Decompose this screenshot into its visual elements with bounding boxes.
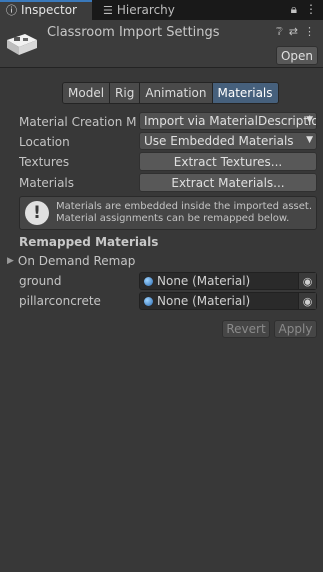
material-object-field[interactable]: None (Material) ◉ xyxy=(139,292,317,310)
info-icon: ! xyxy=(25,201,49,225)
location-value: Use Embedded Materials xyxy=(144,134,294,148)
materials-label: Materials xyxy=(19,176,75,190)
tab-animation[interactable]: Animation xyxy=(140,83,213,103)
textures-label: Textures xyxy=(19,155,70,169)
location-dropdown[interactable]: Use Embedded Materials ▼ xyxy=(139,132,317,150)
tab-inspector-label: Inspector xyxy=(21,3,77,17)
object-picker-icon[interactable]: ◉ xyxy=(298,293,316,309)
list-icon: ☰ xyxy=(103,3,113,17)
importer-tabs: Model Rig Animation Materials xyxy=(62,82,279,104)
material-object-field[interactable]: None (Material) ◉ xyxy=(139,272,317,290)
chevron-down-icon: ▼ xyxy=(306,115,313,125)
lock-icon[interactable]: 🔒︎ xyxy=(291,2,297,17)
object-picker-icon[interactable]: ◉ xyxy=(298,273,316,289)
sliders-icon[interactable]: ⇄ xyxy=(289,25,298,39)
more-icon[interactable]: ⋮ xyxy=(304,25,315,39)
tab-rig[interactable]: Rig xyxy=(110,83,141,103)
page-title: Classroom Import Settings xyxy=(47,25,220,40)
tab-materials[interactable]: Materials xyxy=(212,83,278,103)
tab-hierarchy[interactable]: ☰ Hierarchy xyxy=(97,0,181,20)
info-line-1: Materials are embedded inside the import… xyxy=(56,201,313,212)
tab-hierarchy-label: Hierarchy xyxy=(116,3,175,17)
window-tab-bar: ⓘ Inspector ☰ Hierarchy 🔒︎ ⋮ xyxy=(0,0,323,20)
kebab-menu-icon[interactable]: ⋮ xyxy=(305,2,317,17)
on-demand-remap-label: On Demand Remap xyxy=(17,254,136,268)
extract-textures-button[interactable]: Extract Textures... xyxy=(139,152,317,171)
material-icon xyxy=(144,276,153,286)
caret-right-icon: ▶ xyxy=(7,256,14,266)
material-slot-label: pillarconcrete xyxy=(19,294,101,308)
object-field-value: None (Material) xyxy=(157,274,251,288)
on-demand-remap-foldout[interactable]: ▶ On Demand Remap xyxy=(7,254,135,268)
material-creation-mode-dropdown[interactable]: Import via MaterialDescriptio ▼ xyxy=(139,112,317,130)
chevron-down-icon: ▼ xyxy=(306,135,313,145)
object-field-value: None (Material) xyxy=(157,294,251,308)
info-help-box: ! Materials are embedded inside the impo… xyxy=(19,196,317,230)
model-asset-icon xyxy=(7,34,37,55)
material-slot-label: ground xyxy=(19,274,62,288)
inspector-header: Classroom Import Settings ❔︎ ⇄ ⋮ Open xyxy=(0,20,323,68)
material-creation-mode-label: Material Creation Mo xyxy=(19,115,137,129)
info-icon: ⓘ xyxy=(6,4,17,17)
remapped-materials-title: Remapped Materials xyxy=(19,235,159,249)
info-line-2: Material assignments can be remapped bel… xyxy=(56,213,290,224)
apply-button[interactable]: Apply xyxy=(274,320,317,338)
open-button[interactable]: Open xyxy=(276,46,318,65)
material-icon xyxy=(144,296,153,306)
extract-materials-button[interactable]: Extract Materials... xyxy=(139,173,317,192)
tab-model[interactable]: Model xyxy=(63,83,111,103)
location-label: Location xyxy=(19,135,70,149)
revert-button[interactable]: Revert xyxy=(222,320,270,338)
help-icon[interactable]: ❔︎ xyxy=(276,25,283,39)
tab-inspector[interactable]: ⓘ Inspector xyxy=(0,0,92,20)
material-creation-mode-value: Import via MaterialDescriptio xyxy=(144,114,317,128)
